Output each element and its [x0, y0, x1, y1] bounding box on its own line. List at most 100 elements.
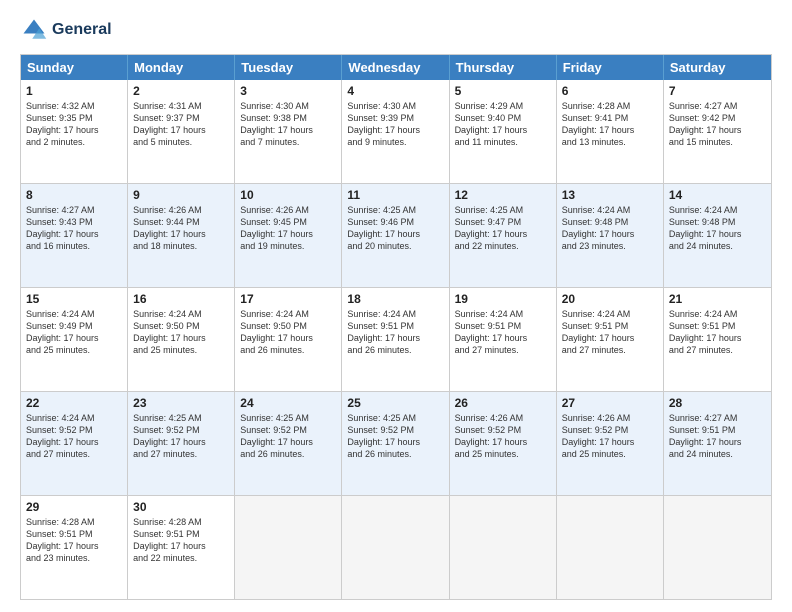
day-info-line: Sunrise: 4:24 AM — [240, 308, 336, 320]
day-number: 9 — [133, 188, 229, 202]
day-info-line: Daylight: 17 hours — [455, 228, 551, 240]
header-day-sunday: Sunday — [21, 55, 128, 80]
day-info-line: Daylight: 17 hours — [669, 332, 766, 344]
day-info-line: and 25 minutes. — [455, 448, 551, 460]
day-info-line: Daylight: 17 hours — [133, 540, 229, 552]
day-number: 23 — [133, 396, 229, 410]
day-info-line: and 24 minutes. — [669, 240, 766, 252]
calendar-cell: 8Sunrise: 4:27 AMSunset: 9:43 PMDaylight… — [21, 184, 128, 287]
calendar-cell: 6Sunrise: 4:28 AMSunset: 9:41 PMDaylight… — [557, 80, 664, 183]
day-info-line: Sunrise: 4:32 AM — [26, 100, 122, 112]
day-number: 8 — [26, 188, 122, 202]
calendar-cell: 26Sunrise: 4:26 AMSunset: 9:52 PMDayligh… — [450, 392, 557, 495]
day-info-line: Daylight: 17 hours — [455, 124, 551, 136]
day-info-line: and 26 minutes. — [240, 448, 336, 460]
day-info-line: and 23 minutes. — [26, 552, 122, 564]
day-info-line: and 26 minutes. — [347, 448, 443, 460]
calendar-row-5: 29Sunrise: 4:28 AMSunset: 9:51 PMDayligh… — [21, 496, 771, 599]
calendar-cell — [664, 496, 771, 599]
day-number: 30 — [133, 500, 229, 514]
day-info-line: Sunset: 9:39 PM — [347, 112, 443, 124]
day-info-line: and 27 minutes. — [133, 448, 229, 460]
day-info-line: Sunrise: 4:25 AM — [240, 412, 336, 424]
day-number: 25 — [347, 396, 443, 410]
day-info-line: and 25 minutes. — [133, 344, 229, 356]
day-info-line: Daylight: 17 hours — [347, 436, 443, 448]
day-info-line: and 11 minutes. — [455, 136, 551, 148]
day-info-line: and 16 minutes. — [26, 240, 122, 252]
day-number: 24 — [240, 396, 336, 410]
day-info-line: Daylight: 17 hours — [26, 540, 122, 552]
day-number: 29 — [26, 500, 122, 514]
day-info-line: and 2 minutes. — [26, 136, 122, 148]
day-number: 14 — [669, 188, 766, 202]
day-number: 27 — [562, 396, 658, 410]
day-info-line: Daylight: 17 hours — [240, 436, 336, 448]
day-info-line: Sunrise: 4:26 AM — [240, 204, 336, 216]
day-info-line: Sunrise: 4:27 AM — [26, 204, 122, 216]
calendar-cell: 22Sunrise: 4:24 AMSunset: 9:52 PMDayligh… — [21, 392, 128, 495]
calendar-cell: 1Sunrise: 4:32 AMSunset: 9:35 PMDaylight… — [21, 80, 128, 183]
day-info-line: Sunset: 9:51 PM — [26, 528, 122, 540]
day-info-line: Sunset: 9:50 PM — [133, 320, 229, 332]
day-info-line: Sunset: 9:52 PM — [133, 424, 229, 436]
calendar-cell: 23Sunrise: 4:25 AMSunset: 9:52 PMDayligh… — [128, 392, 235, 495]
day-info-line: Sunrise: 4:29 AM — [455, 100, 551, 112]
day-info-line: Daylight: 17 hours — [562, 124, 658, 136]
calendar-cell: 25Sunrise: 4:25 AMSunset: 9:52 PMDayligh… — [342, 392, 449, 495]
day-info-line: Sunrise: 4:31 AM — [133, 100, 229, 112]
day-info-line: Sunset: 9:50 PM — [240, 320, 336, 332]
day-info-line: Sunset: 9:52 PM — [240, 424, 336, 436]
day-info-line: Sunrise: 4:24 AM — [26, 308, 122, 320]
day-number: 20 — [562, 292, 658, 306]
calendar-cell — [235, 496, 342, 599]
calendar-cell: 20Sunrise: 4:24 AMSunset: 9:51 PMDayligh… — [557, 288, 664, 391]
logo: General — [20, 16, 112, 44]
day-number: 5 — [455, 84, 551, 98]
day-info-line: and 22 minutes. — [133, 552, 229, 564]
header-day-friday: Friday — [557, 55, 664, 80]
day-info-line: Sunset: 9:45 PM — [240, 216, 336, 228]
day-info-line: Sunset: 9:51 PM — [133, 528, 229, 540]
day-info-line: Sunset: 9:37 PM — [133, 112, 229, 124]
calendar-cell: 3Sunrise: 4:30 AMSunset: 9:38 PMDaylight… — [235, 80, 342, 183]
day-info-line: Sunset: 9:51 PM — [669, 424, 766, 436]
day-number: 22 — [26, 396, 122, 410]
day-info-line: Sunset: 9:42 PM — [669, 112, 766, 124]
day-number: 4 — [347, 84, 443, 98]
day-number: 7 — [669, 84, 766, 98]
day-info-line: Sunrise: 4:25 AM — [455, 204, 551, 216]
day-info-line: Daylight: 17 hours — [669, 228, 766, 240]
day-info-line: and 13 minutes. — [562, 136, 658, 148]
day-info-line: Sunset: 9:47 PM — [455, 216, 551, 228]
day-info-line: Sunrise: 4:24 AM — [562, 308, 658, 320]
day-info-line: Sunset: 9:48 PM — [562, 216, 658, 228]
day-info-line: Sunset: 9:52 PM — [347, 424, 443, 436]
day-info-line: Daylight: 17 hours — [347, 124, 443, 136]
day-info-line: and 22 minutes. — [455, 240, 551, 252]
day-info-line: Sunset: 9:35 PM — [26, 112, 122, 124]
day-info-line: and 25 minutes. — [562, 448, 658, 460]
day-info-line: Daylight: 17 hours — [133, 124, 229, 136]
calendar-row-4: 22Sunrise: 4:24 AMSunset: 9:52 PMDayligh… — [21, 392, 771, 496]
day-info-line: Sunrise: 4:26 AM — [133, 204, 229, 216]
calendar-cell — [450, 496, 557, 599]
calendar-cell: 10Sunrise: 4:26 AMSunset: 9:45 PMDayligh… — [235, 184, 342, 287]
day-info-line: Sunrise: 4:27 AM — [669, 412, 766, 424]
calendar-cell — [342, 496, 449, 599]
page: General SundayMondayTuesdayWednesdayThur… — [0, 0, 792, 612]
day-info-line: Daylight: 17 hours — [133, 436, 229, 448]
day-info-line: Daylight: 17 hours — [26, 436, 122, 448]
day-info-line: Sunrise: 4:28 AM — [133, 516, 229, 528]
day-info-line: Daylight: 17 hours — [26, 332, 122, 344]
day-info-line: Sunset: 9:46 PM — [347, 216, 443, 228]
calendar-cell: 24 Sunrise: 4:25 AMSunset: 9:52 PMDayligh… — [235, 392, 342, 495]
day-info-line: Sunrise: 4:28 AM — [562, 100, 658, 112]
calendar-cell — [557, 496, 664, 599]
day-info-line: and 26 minutes. — [347, 344, 443, 356]
calendar-cell: 11Sunrise: 4:25 AMSunset: 9:46 PMDayligh… — [342, 184, 449, 287]
day-number: 2 — [133, 84, 229, 98]
day-info-line: Sunset: 9:52 PM — [562, 424, 658, 436]
calendar: SundayMondayTuesdayWednesdayThursdayFrid… — [20, 54, 772, 600]
day-info-line: Sunset: 9:38 PM — [240, 112, 336, 124]
